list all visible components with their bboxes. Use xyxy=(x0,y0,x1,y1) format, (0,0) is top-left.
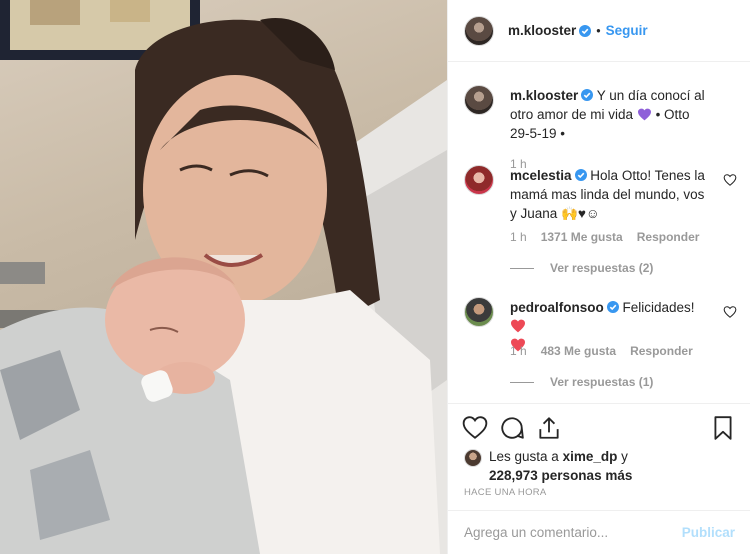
commenter-username[interactable]: mcelestia xyxy=(510,168,572,183)
verified-badge-icon xyxy=(574,169,587,181)
liker-username[interactable]: xime_dp xyxy=(563,449,618,464)
follow-button[interactable]: Seguir xyxy=(606,23,648,38)
verified-badge-icon xyxy=(606,301,619,313)
comment-meta: 1 h 483 Me gusta Responder xyxy=(510,344,693,358)
share-icon[interactable] xyxy=(536,415,562,441)
view-replies-label: Ver respuestas (2) xyxy=(550,261,654,275)
caption-body: m.klooster Y un día conocí al otro amor … xyxy=(510,86,709,143)
comment-likes[interactable]: 483 Me gusta xyxy=(541,344,616,358)
comments-list[interactable]: m.klooster Y un día conocí al otro amor … xyxy=(448,63,750,403)
red-heart-icon xyxy=(511,319,525,333)
photo-mother-and-baby xyxy=(0,0,447,554)
caption-avatar[interactable] xyxy=(464,85,494,115)
comment-likes[interactable]: 1371 Me gusta xyxy=(541,230,623,244)
likes-summary: Les gusta a xime_dp y 228,973 personas m… xyxy=(464,447,735,485)
comment-input[interactable]: Agrega un comentario... xyxy=(464,525,682,540)
heart-icon[interactable] xyxy=(462,415,488,441)
add-comment-bar: Agrega un comentario... Publicar xyxy=(448,510,750,554)
post-side-panel: m.klooster • Seguir m.klooster Y un día … xyxy=(447,0,750,554)
comment-time[interactable]: 1 h xyxy=(510,344,527,358)
comment-body: mcelestia Hola Otto! Tenes la mamá mas l… xyxy=(510,166,709,223)
commenter-avatar[interactable] xyxy=(464,297,494,327)
comment-meta: 1 h 1371 Me gusta Responder xyxy=(510,230,699,244)
replies-divider xyxy=(510,381,534,383)
verified-badge-icon xyxy=(579,24,592,37)
reply-button[interactable]: Responder xyxy=(637,230,700,244)
like-comment-icon[interactable] xyxy=(723,173,737,187)
likes-text[interactable]: Les gusta a xime_dp y 228,973 personas m… xyxy=(464,447,735,485)
commenter-username[interactable]: pedroalfonsoo xyxy=(510,300,604,315)
comment-time[interactable]: 1 h xyxy=(510,230,527,244)
comment-text: Felicidades! xyxy=(618,300,695,315)
publish-button[interactable]: Publicar xyxy=(682,525,735,540)
view-replies-label: Ver respuestas (1) xyxy=(550,375,654,389)
like-comment-icon[interactable] xyxy=(723,305,737,319)
bookmark-icon[interactable] xyxy=(710,415,736,441)
comment-icon[interactable] xyxy=(499,415,525,441)
view-replies-button[interactable]: Ver respuestas (2) xyxy=(510,261,653,275)
header-separator: • xyxy=(596,23,601,38)
likes-mid: y xyxy=(617,449,628,464)
post-photo[interactable] xyxy=(0,0,447,554)
caption-username[interactable]: m.klooster xyxy=(510,88,578,103)
replies-divider xyxy=(510,267,534,269)
verified-badge-icon xyxy=(581,89,594,101)
reply-button[interactable]: Responder xyxy=(630,344,693,358)
posted-time[interactable]: HACE UNA HORA xyxy=(464,487,547,498)
likes-count[interactable]: 228,973 personas más xyxy=(489,468,632,483)
commenter-avatar[interactable] xyxy=(464,165,494,195)
post-header: m.klooster • Seguir xyxy=(448,0,750,62)
view-replies-button[interactable]: Ver respuestas (1) xyxy=(510,375,653,389)
likes-prefix: Les gusta a xyxy=(489,449,563,464)
author-avatar[interactable] xyxy=(464,15,494,46)
instagram-post: m.klooster • Seguir m.klooster Y un día … xyxy=(0,0,750,554)
liker-avatar[interactable] xyxy=(464,449,482,467)
purple-heart-icon xyxy=(637,108,651,121)
author-username[interactable]: m.klooster xyxy=(508,23,576,38)
